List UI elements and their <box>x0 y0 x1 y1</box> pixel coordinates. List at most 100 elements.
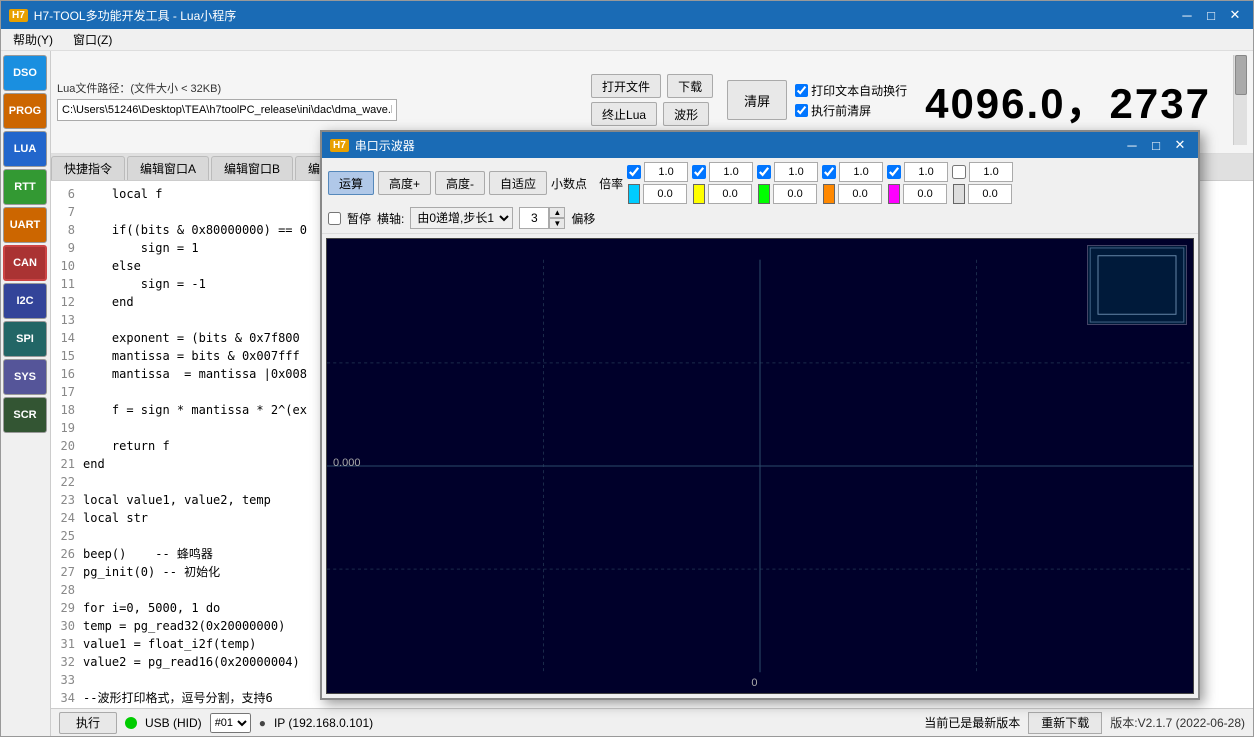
channel-2-checkbox[interactable] <box>692 165 706 179</box>
sidebar-btn-can[interactable]: CAN <box>3 245 47 281</box>
line-number: 32 <box>55 653 83 671</box>
osc-toolbar: 运算 高度+ 高度- 自适应 小数点 倍率 <box>322 158 1198 234</box>
clear-screen-button[interactable]: 清屏 <box>727 80 787 120</box>
line-number: 7 <box>55 203 83 221</box>
wave-button[interactable]: 波形 <box>663 102 709 126</box>
sidebar-btn-uart[interactable]: UART <box>3 207 47 243</box>
channel-4-offset-row <box>823 184 882 204</box>
line-code: value1 = float_i2f(temp) <box>83 635 256 653</box>
file-path-input[interactable] <box>57 99 397 121</box>
menu-help[interactable]: 帮助(Y) <box>9 29 57 50</box>
channel-5-rate-input[interactable] <box>904 162 948 182</box>
osc-title-bar: H7 串口示波器 ─ □ ✕ <box>322 132 1198 158</box>
tab-quick-commands[interactable]: 快捷指令 <box>51 156 125 180</box>
osc-title-text: 串口示波器 <box>355 137 415 154</box>
channel-6-offset-input[interactable] <box>968 184 1012 204</box>
usb-status-indicator <box>125 717 137 729</box>
osc-minimize-button[interactable]: ─ <box>1122 136 1142 154</box>
scrollbar-handle[interactable] <box>1235 55 1247 95</box>
sidebar-btn-rtt[interactable]: RTT <box>3 169 47 205</box>
pause-checkbox[interactable] <box>328 212 341 225</box>
points-input[interactable] <box>519 207 549 229</box>
channel-1-offset-input[interactable] <box>643 184 687 204</box>
channel-5-offset-input[interactable] <box>903 184 947 204</box>
channel-4-offset-input[interactable] <box>838 184 882 204</box>
line-number: 16 <box>55 365 83 383</box>
line-code: sign = -1 <box>83 275 206 293</box>
redownload-button[interactable]: 重新下载 <box>1028 712 1102 734</box>
channel-1-checkbox[interactable] <box>627 165 641 179</box>
app-title: H7-TOOL多功能开发工具 - Lua小程序 <box>34 7 236 24</box>
line-number: 10 <box>55 257 83 275</box>
main-title-bar: H7 H7-TOOL多功能开发工具 - Lua小程序 ─ □ ✕ <box>1 1 1253 29</box>
channel-6-rate-row <box>952 162 1013 182</box>
line-code: sign = 1 <box>83 239 199 257</box>
checkboxes: 打印文本自动换行 执行前清屏 <box>795 82 907 119</box>
right-scrollbar[interactable] <box>1233 55 1247 145</box>
line-number: 13 <box>55 311 83 329</box>
counter-up-button[interactable]: ▲ <box>549 207 565 218</box>
line-number: 22 <box>55 473 83 491</box>
exec-button[interactable]: 执行 <box>59 712 117 734</box>
clear-and-options: 清屏 打印文本自动换行 执行前清屏 <box>727 80 907 120</box>
line-code: exponent = (bits & 0x7f800 <box>83 329 300 347</box>
line-code: if((bits & 0x80000000) == 0 <box>83 221 307 239</box>
osc-maximize-button[interactable]: □ <box>1146 136 1166 154</box>
sidebar-btn-lua[interactable]: LUA <box>3 131 47 167</box>
line-code: local f <box>83 185 162 203</box>
osc-y-label: 0.000 <box>333 457 361 469</box>
channel-6-rate-input[interactable] <box>969 162 1013 182</box>
osc-modal: H7 串口示波器 ─ □ ✕ 运算 高度+ 高度- 自适应 小数点 倍率 <box>320 130 1200 700</box>
device-select[interactable]: #01 <box>210 713 251 733</box>
auto-wrap-checkbox[interactable] <box>795 84 808 97</box>
channel-1-rate-row <box>627 162 688 182</box>
stop-lua-button[interactable]: 终止Lua <box>591 102 657 126</box>
sidebar-btn-i2c[interactable]: I2C <box>3 283 47 319</box>
channel-1-rate-input[interactable] <box>644 162 688 182</box>
counter-down-button[interactable]: ▼ <box>549 218 565 229</box>
open-file-button[interactable]: 打开文件 <box>591 74 661 98</box>
x-axis-select[interactable]: 由0递增,步长1 <box>410 207 513 229</box>
line-number: 8 <box>55 221 83 239</box>
osc-close-button[interactable]: ✕ <box>1170 136 1190 154</box>
sidebar-btn-spi[interactable]: SPI <box>3 321 47 357</box>
clear-before-exec-checkbox[interactable] <box>795 104 808 117</box>
sidebar-btn-dso[interactable]: DSO <box>3 55 47 91</box>
minimize-button[interactable]: ─ <box>1177 6 1197 24</box>
osc-run-btn[interactable]: 运算 <box>328 171 374 195</box>
close-button[interactable]: ✕ <box>1225 6 1245 24</box>
line-number: 14 <box>55 329 83 347</box>
channel-4-rate-row <box>822 162 883 182</box>
download-button[interactable]: 下载 <box>667 74 713 98</box>
version-text: 版本:V2.1.7 (2022-06-28) <box>1110 714 1245 731</box>
channel-3-offset-input[interactable] <box>773 184 817 204</box>
osc-toolbar-row1: 运算 高度+ 高度- 自适应 小数点 倍率 <box>328 162 1192 204</box>
line-code: else <box>83 257 141 275</box>
sidebar-btn-scr[interactable]: SCR <box>3 397 47 433</box>
line-number: 21 <box>55 455 83 473</box>
channel-4-checkbox[interactable] <box>822 165 836 179</box>
toolbar-action-row1: 打开文件 下载 <box>591 74 713 98</box>
line-number: 25 <box>55 527 83 545</box>
channel-2-offset-input[interactable] <box>708 184 752 204</box>
osc-height-plus-btn[interactable]: 高度+ <box>378 171 431 195</box>
channel-2-rate-input[interactable] <box>709 162 753 182</box>
tab-editor-a[interactable]: 编辑窗口A <box>127 156 209 180</box>
tab-editor-b[interactable]: 编辑窗口B <box>211 156 293 180</box>
sidebar-btn-sys[interactable]: SYS <box>3 359 47 395</box>
app-icon: H7 <box>9 9 28 22</box>
osc-autofit-btn[interactable]: 自适应 <box>489 171 547 195</box>
channel-3-rate-input[interactable] <box>774 162 818 182</box>
channel-3-checkbox[interactable] <box>757 165 771 179</box>
channel-4-rate-input[interactable] <box>839 162 883 182</box>
osc-rate-label: 倍率 <box>599 175 623 192</box>
line-code: for i=0, 5000, 1 do <box>83 599 220 617</box>
menu-window[interactable]: 窗口(Z) <box>69 29 116 50</box>
maximize-button[interactable]: □ <box>1201 6 1221 24</box>
sidebar-btn-prog[interactable]: PROG <box>3 93 47 129</box>
sidebar: DSO PROG LUA RTT UART CAN I2C SPI SYS SC… <box>1 51 51 736</box>
channel-6-checkbox[interactable] <box>952 165 966 179</box>
osc-height-minus-btn[interactable]: 高度- <box>435 171 485 195</box>
channel-5-checkbox[interactable] <box>887 165 901 179</box>
osc-toolbar-row2: 暂停 横轴: 由0递增,步长1 ▲ ▼ 偏移 <box>328 207 1192 229</box>
